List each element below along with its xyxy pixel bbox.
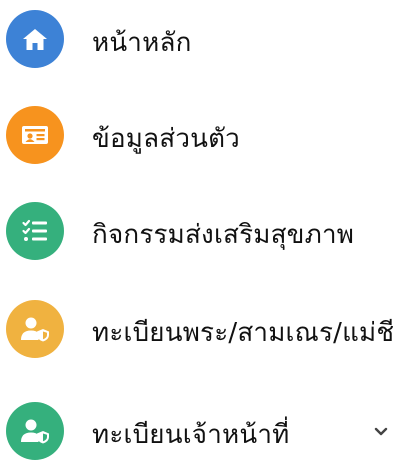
- menu-item-home[interactable]: หน้าหลัก: [0, 0, 408, 80]
- menu-item-label: ข้อมูลส่วนตัว: [92, 124, 240, 154]
- menu-item-label: ทะเบียนพระ/สามเณร/แม่ชี: [92, 318, 395, 348]
- menu-item-staff-registry[interactable]: ทะเบียนเจ้าหน้าที่: [0, 392, 408, 471]
- id-card-icon: [6, 106, 64, 164]
- user-shield-icon: [6, 402, 64, 460]
- chevron-down-icon[interactable]: [372, 423, 390, 441]
- checklist-icon: [6, 202, 64, 260]
- menu-item-label: หน้าหลัก: [92, 28, 192, 58]
- home-icon: [6, 10, 64, 68]
- sidebar-menu: หน้าหลัก ข้อมูลส่วนตัว กิจกรรมส่งเสริมสุ…: [0, 0, 408, 471]
- menu-item-monk-registry[interactable]: ทะเบียนพระ/สามเณร/แม่ชี: [0, 290, 408, 370]
- menu-item-personal-info[interactable]: ข้อมูลส่วนตัว: [0, 96, 408, 176]
- menu-item-health-activities[interactable]: กิจกรรมส่งเสริมสุขภาพ: [0, 192, 408, 272]
- user-shield-icon: [6, 300, 64, 358]
- menu-item-label: ทะเบียนเจ้าหน้าที่: [92, 420, 290, 450]
- menu-item-label: กิจกรรมส่งเสริมสุขภาพ: [92, 220, 355, 250]
